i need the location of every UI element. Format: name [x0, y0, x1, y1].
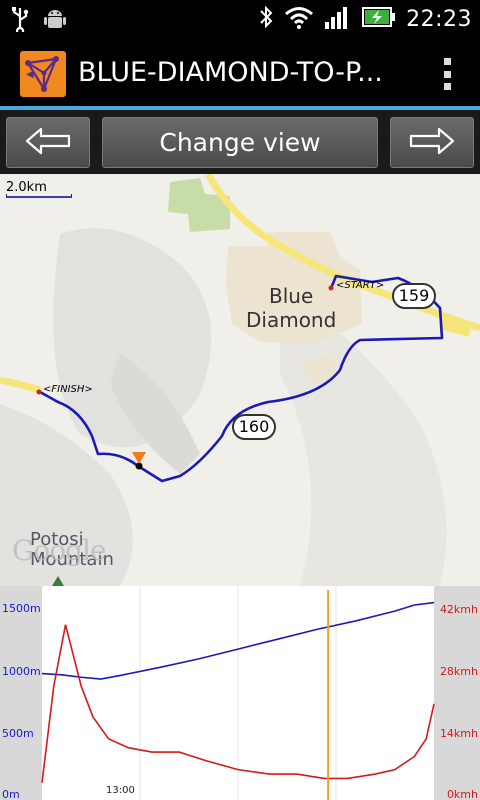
road-finish — [0, 376, 42, 394]
finish-label: <FINISH> — [43, 384, 93, 395]
clock-time: 22:23 — [406, 6, 472, 32]
next-button[interactable] — [390, 117, 474, 168]
elevation-speed-chart[interactable]: 1500m 1000m 500m 0m 42kmh 28kmh 14kmh 0k… — [0, 586, 480, 800]
action-bar: ◀ BLUE-DIAMOND-TO-P... — [0, 38, 480, 108]
usb-icon — [10, 6, 30, 36]
google-attribution-logo: Google — [12, 534, 107, 567]
right-arrow-icon — [408, 126, 456, 160]
highway-159-shield: 159 — [392, 283, 436, 309]
chart-plot — [41, 586, 435, 800]
change-view-button[interactable]: Change view — [102, 117, 378, 168]
signal-icon — [324, 4, 352, 34]
map-scale-bar — [6, 194, 72, 198]
battery-charging-icon — [362, 6, 396, 32]
status-bar: 22:23 — [0, 0, 480, 38]
start-label: <START> — [336, 280, 385, 291]
map-route-app-icon[interactable]: ◀ — [20, 51, 66, 97]
svg-text:◀: ◀ — [26, 69, 34, 80]
map-canvas — [0, 174, 480, 586]
left-arrow-icon — [24, 126, 72, 160]
overflow-menu-icon[interactable] — [444, 58, 452, 90]
route-map[interactable]: 2.0km Blue Diamond <START> <FINISH> 159 … — [0, 174, 480, 586]
bluetooth-icon — [258, 4, 274, 34]
previous-button[interactable] — [6, 117, 90, 168]
highway-160-shield: 160 — [232, 414, 276, 440]
page-title: BLUE-DIAMOND-TO-P... — [78, 57, 383, 88]
wifi-icon — [284, 5, 314, 33]
park-area — [168, 178, 230, 232]
place-label-line1: Blue — [269, 284, 314, 308]
navigation-toolbar: Change view — [0, 110, 480, 174]
android-debug-icon — [44, 6, 66, 36]
place-label-blue-diamond: Blue Diamond — [246, 284, 336, 332]
finish-marker — [36, 389, 42, 395]
map-scale-label: 2.0km — [6, 180, 47, 195]
place-label-line2: Diamond — [246, 308, 337, 332]
